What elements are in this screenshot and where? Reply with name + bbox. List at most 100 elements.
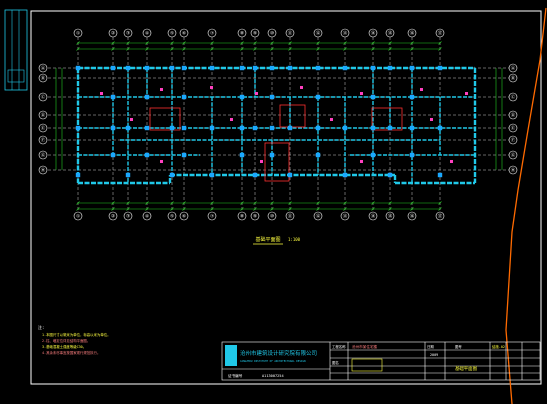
column-footing <box>239 94 245 100</box>
project-label: 工程名称 <box>332 344 346 349</box>
date-label: 日期 <box>427 344 434 349</box>
column-footing <box>342 125 348 131</box>
axis-bubble-bottom: ① <box>73 211 83 221</box>
axis-bubble-label: ⑯ <box>410 213 415 220</box>
column-footing <box>342 65 348 71</box>
company-name-en: CANGZHOU INSTITUTE OF ARCHITECTURAL DESI… <box>240 359 306 363</box>
column-footing <box>181 65 187 71</box>
column-footing <box>144 65 150 71</box>
column-footing <box>269 152 275 158</box>
column-footing <box>144 152 150 158</box>
column-footing <box>209 125 215 131</box>
section-marker <box>360 92 363 95</box>
column-footing <box>437 125 443 131</box>
axis-bubble-top: ② <box>108 28 118 38</box>
axis-bubble-label: ⑦ <box>210 31 214 37</box>
column-footing <box>125 65 131 71</box>
axis-bubble-top: ⑧ <box>237 28 247 38</box>
column-footing <box>252 65 258 71</box>
axis-bubble-label: ⑩ <box>270 31 274 37</box>
section-marker <box>230 118 233 121</box>
section-marker <box>430 118 433 121</box>
axis-bubble-top: ⑯ <box>407 28 417 38</box>
axis-bubble-label: ③ <box>126 31 130 37</box>
axis-bubble-label: ⑮ <box>388 213 393 220</box>
axis-bubble-bottom: ⑨ <box>250 211 260 221</box>
axis-bubble-label: ⑥ <box>182 31 186 37</box>
column-footing <box>110 152 116 158</box>
column-footing <box>169 65 175 71</box>
axis-bubble-label: Ⓔ <box>41 125 46 132</box>
axis-bubble-left: Ⓐ <box>38 63 48 73</box>
column-footing <box>287 125 293 131</box>
column-footing <box>110 94 116 100</box>
section-marker <box>465 92 468 95</box>
axis-bubble-top: ⑩ <box>267 28 277 38</box>
column-footing <box>125 125 131 131</box>
section-marker <box>130 118 133 121</box>
column-footing <box>144 125 150 131</box>
column-footing <box>239 152 245 158</box>
company-logo-icon <box>225 345 237 366</box>
sheet-number: 结施-02 <box>492 344 505 349</box>
axis-bubble-bottom: ④ <box>142 211 152 221</box>
axis-bubble-bottom: ⑧ <box>237 211 247 221</box>
axis-bubble-top: ⑫ <box>313 28 323 38</box>
column-footing <box>209 172 215 178</box>
axis-bubble-bottom: ③ <box>123 211 133 221</box>
axis-bubble-top: ④ <box>142 28 152 38</box>
axis-bubble-bottom: ⑰ <box>435 211 445 221</box>
axis-bubble-bottom: ② <box>108 211 118 221</box>
section-marker <box>160 160 163 163</box>
axis-bubble-label: ② <box>111 31 115 37</box>
axis-bubble-label: ⑧ <box>240 214 244 220</box>
axis-bubble-label: ⑤ <box>170 214 174 220</box>
column-footing <box>75 65 81 71</box>
axis-bubble-label: ⑥ <box>182 214 186 220</box>
axis-bubble-label: Ⓒ <box>511 94 516 101</box>
axis-bubble-left: Ⓖ <box>38 150 48 160</box>
axis-bubble-right: Ⓐ <box>508 63 518 73</box>
cert-number: A113007254 <box>262 374 284 378</box>
axis-bubble-label: Ⓑ <box>511 75 516 82</box>
axis-bubble-right: Ⓕ <box>508 135 518 145</box>
axis-bubble-label: ③ <box>126 214 130 220</box>
axis-bubble-label: ⑨ <box>253 31 257 37</box>
axis-bubble-label: ⑫ <box>316 213 321 220</box>
section-marker <box>260 160 263 163</box>
axis-bubble-bottom: ⑮ <box>385 211 395 221</box>
axis-bubble-label: ⑤ <box>170 31 174 37</box>
column-footing <box>75 172 81 178</box>
axis-bubble-top: ⑤ <box>167 28 177 38</box>
note-line-2: 2.柱、墙定位详见结构平面图。 <box>42 338 90 343</box>
axis-bubble-label: ⑦ <box>210 214 214 220</box>
column-footing <box>409 125 415 131</box>
axis-bubble-right: Ⓒ <box>508 92 518 102</box>
axis-bubble-label: Ⓓ <box>511 112 516 119</box>
column-footing <box>409 65 415 71</box>
plan-caption-scale: 1:100 <box>288 237 301 242</box>
axis-bubble-top: ⑭ <box>368 28 378 38</box>
sheet-label: 图号 <box>455 344 462 349</box>
axis-bubble-top: ⑥ <box>179 28 189 38</box>
axis-bubble-right: Ⓗ <box>508 165 518 175</box>
axis-bubble-left: Ⓗ <box>38 165 48 175</box>
axis-bubble-left: Ⓒ <box>38 92 48 102</box>
column-footing <box>252 172 258 178</box>
axis-bubble-left: Ⓔ <box>38 123 48 133</box>
section-marker <box>330 118 333 121</box>
column-footing <box>269 65 275 71</box>
column-footing <box>387 65 393 71</box>
column-footing <box>409 94 415 100</box>
axis-bubble-top: ③ <box>123 28 133 38</box>
axis-bubble-label: ⑭ <box>371 213 376 220</box>
axis-bubble-label: Ⓐ <box>41 65 46 72</box>
axis-bubble-label: ⑬ <box>343 213 348 220</box>
axis-bubble-label: ④ <box>145 214 149 220</box>
column-footing <box>315 152 321 158</box>
column-footing <box>169 125 175 131</box>
column-footing <box>110 65 116 71</box>
column-footing <box>409 152 415 158</box>
axis-bubble-label: Ⓗ <box>511 167 516 174</box>
axis-bubble-label: ⑪ <box>288 213 293 220</box>
